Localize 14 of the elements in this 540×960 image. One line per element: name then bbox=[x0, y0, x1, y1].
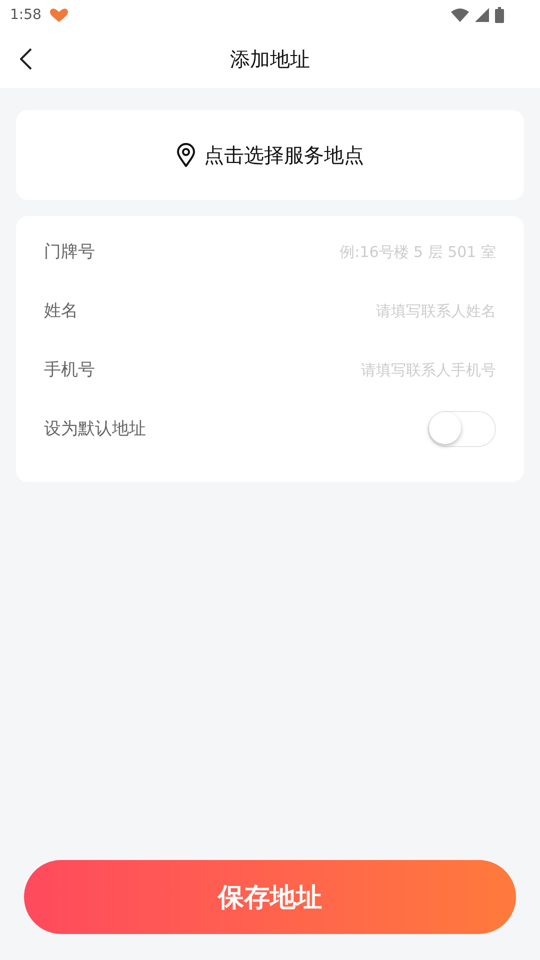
location-picker[interactable]: 点击选择服务地点 bbox=[16, 110, 524, 200]
wifi-icon bbox=[451, 8, 469, 22]
heart-icon bbox=[49, 7, 70, 23]
battery-icon bbox=[495, 7, 504, 23]
page-title: 添加地址 bbox=[230, 46, 310, 72]
field-label: 手机号 bbox=[44, 359, 95, 381]
status-time: 1:58 bbox=[10, 7, 42, 23]
signal-icon bbox=[475, 8, 489, 22]
location-pin-icon bbox=[176, 143, 196, 167]
toggle-switch[interactable] bbox=[428, 410, 496, 446]
toggle-label: 设为默认地址 bbox=[44, 418, 146, 440]
back-icon[interactable] bbox=[20, 48, 32, 70]
field-label: 姓名 bbox=[44, 300, 78, 322]
field-label: 门牌号 bbox=[44, 241, 95, 263]
